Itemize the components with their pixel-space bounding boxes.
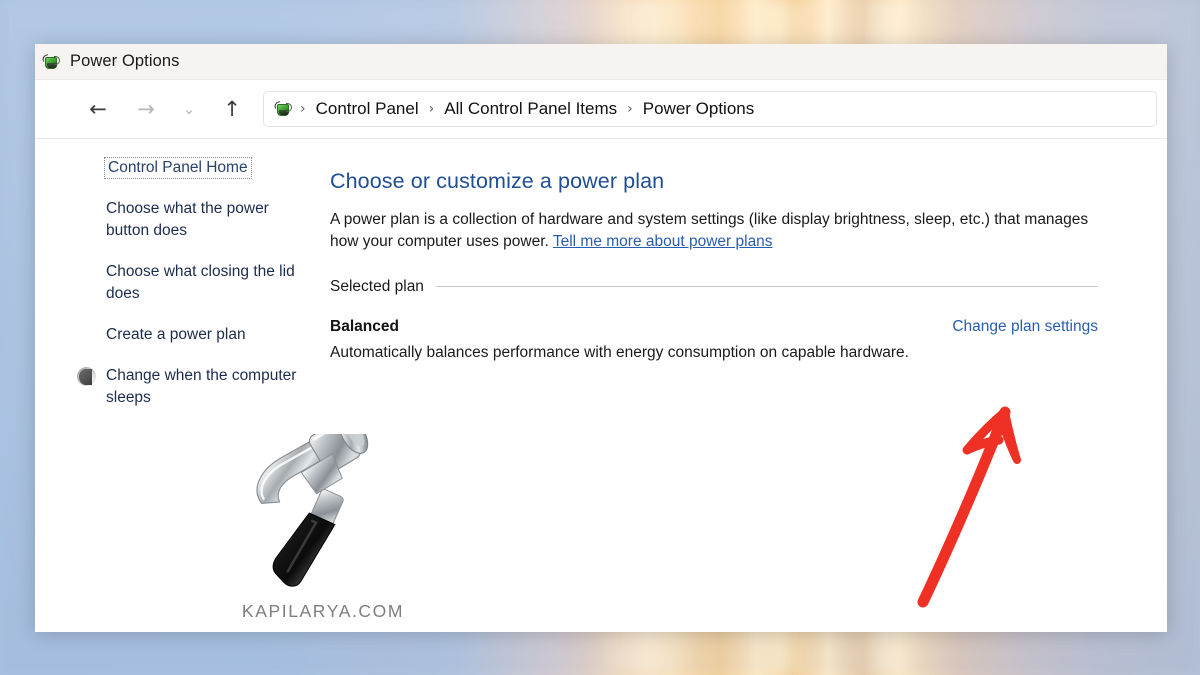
breadcrumb-separator-icon: › [627, 101, 633, 117]
selected-plan-block: Balanced Change plan settings Automatica… [330, 318, 1098, 362]
breadcrumb-separator-icon: › [300, 101, 306, 117]
sidebar-item-label: Change when the computer sleeps [106, 367, 297, 406]
section-divider [435, 286, 1098, 288]
power-options-window: Power Options ← → ⌄ ↑ › Control Panel › … [35, 44, 1167, 632]
back-icon[interactable]: ← [81, 92, 115, 126]
sidebar-item-computer-sleeps[interactable]: Change when the computer sleeps [35, 365, 330, 409]
selected-plan-label: Selected plan [330, 277, 424, 295]
main-content: Choose or customize a power plan A power… [330, 139, 1167, 631]
window-title: Power Options [70, 52, 180, 70]
window-body: Control Panel Home Choose what the power… [35, 139, 1167, 631]
sidebar-item-power-button[interactable]: Choose what the power button does [35, 198, 330, 242]
tell-me-more-link[interactable]: Tell me more about power plans [553, 233, 773, 250]
address-bar-control-panel-icon [273, 100, 293, 118]
window-titlebar: Power Options [35, 44, 1167, 80]
sidebar-item-label: Choose what closing the lid does [106, 263, 295, 302]
navigation-bar: ← → ⌄ ↑ › Control Panel › All Control Pa… [35, 80, 1167, 139]
sidebar-item-label: Create a power plan [106, 326, 246, 343]
change-plan-settings-link[interactable]: Change plan settings [952, 318, 1098, 336]
page-title: Choose or customize a power plan [330, 169, 665, 193]
breadcrumb-all-control-panel-items[interactable]: All Control Panel Items [439, 97, 622, 121]
breadcrumb-separator-icon: › [428, 101, 435, 117]
moon-icon [77, 367, 96, 386]
task-pane-sidebar: Control Panel Home Choose what the power… [35, 139, 330, 631]
forward-icon[interactable]: → [129, 92, 163, 126]
sidebar-item-label: Choose what the power button does [106, 200, 269, 239]
intro-paragraph: A power plan is a collection of hardware… [330, 209, 1105, 254]
sidebar-item-closing-lid[interactable]: Choose what closing the lid does [35, 261, 330, 305]
control-panel-icon [41, 53, 61, 71]
plan-header-row: Balanced Change plan settings [330, 318, 1098, 336]
breadcrumb-control-panel[interactable]: Control Panel [311, 97, 424, 121]
sidebar-item-control-panel-home[interactable]: Control Panel Home [104, 157, 252, 179]
selected-plan-section-header: Selected plan [330, 278, 1098, 296]
address-bar[interactable]: › Control Panel › All Control Panel Item… [263, 91, 1157, 127]
sidebar-item-create-power-plan[interactable]: Create a power plan [35, 324, 330, 346]
plan-name: Balanced [330, 317, 399, 335]
breadcrumb-power-options[interactable]: Power Options [638, 97, 760, 121]
up-icon[interactable]: ↑ [215, 92, 249, 126]
plan-description: Automatically balances performance with … [330, 343, 909, 361]
chevron-down-icon[interactable]: ⌄ [175, 92, 203, 126]
